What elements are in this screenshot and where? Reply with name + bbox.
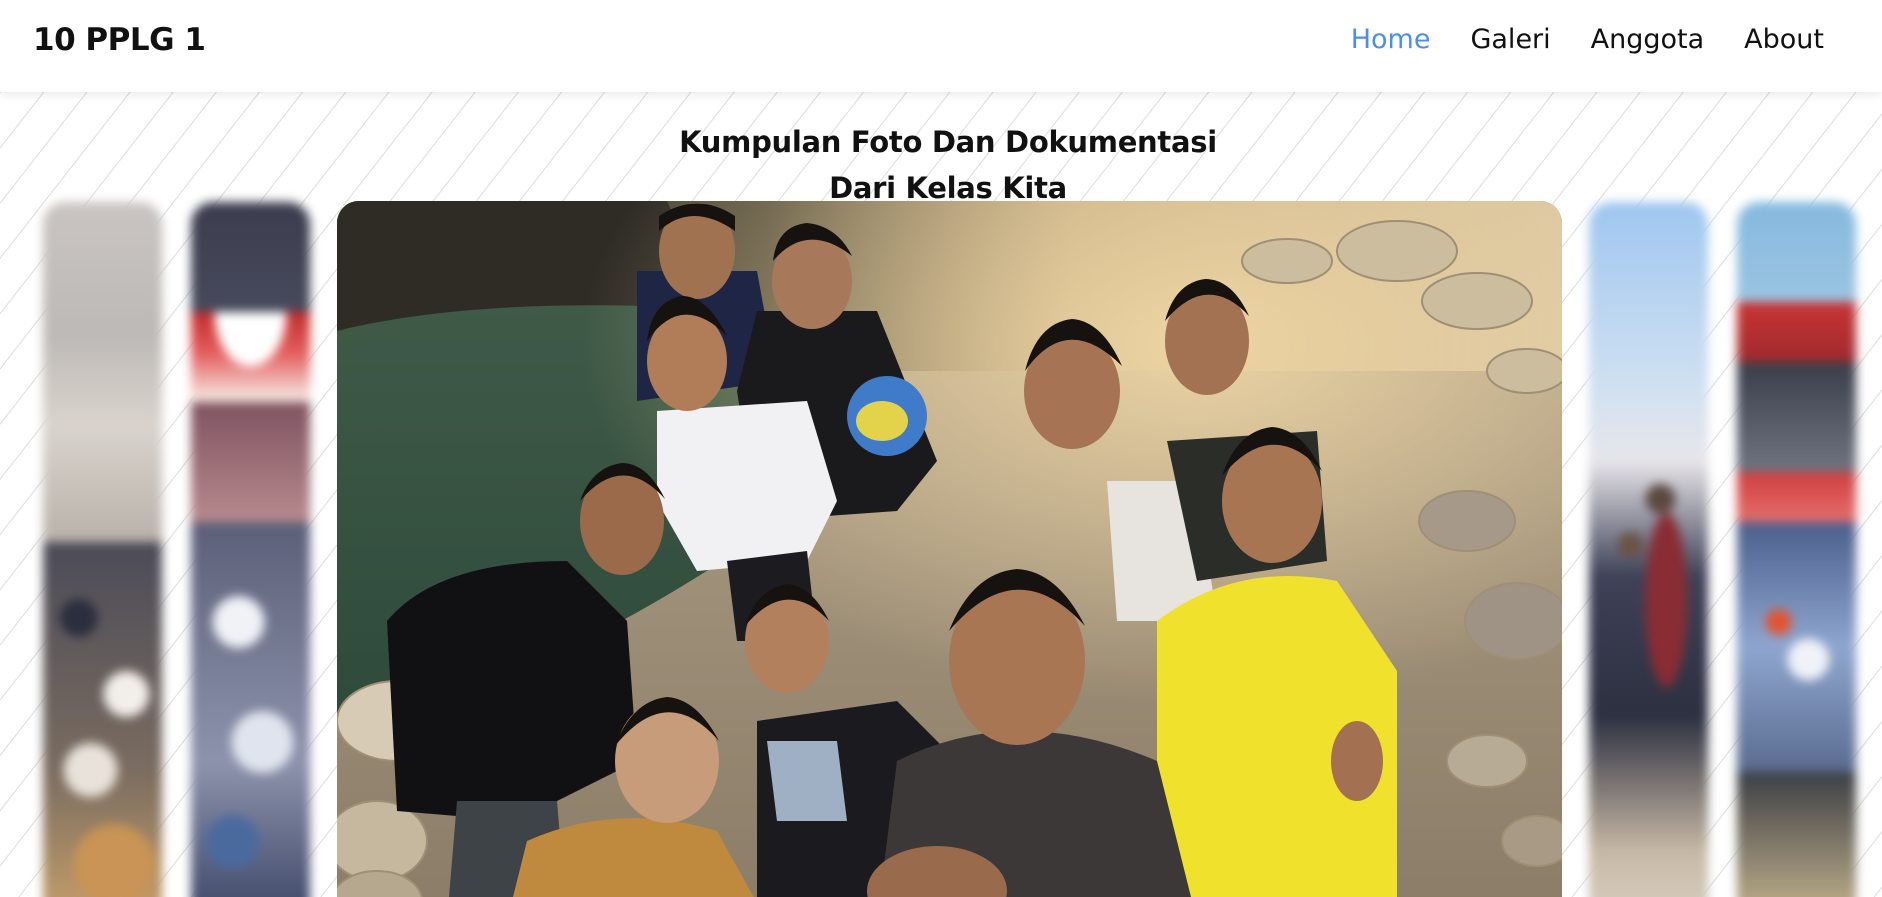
nav-link-about[interactable]: About [1744,22,1824,58]
hero-title: Kumpulan Foto Dan Dokumentasi Dari Kelas… [0,119,1882,211]
nav-link-home[interactable]: Home [1351,22,1431,58]
nav-menu: Home Galeri Anggota About [1351,22,1824,58]
right-strip-photo-2[interactable] [1737,202,1856,897]
hero-section: Kumpulan Foto Dan Dokumentasi Dari Kelas… [0,92,1882,897]
navbar: 10 PPLG 1 Home Galeri Anggota About [0,0,1882,92]
hero-title-line-1: Kumpulan Foto Dan Dokumentasi [679,125,1217,160]
brand-logo[interactable]: 10 PPLG 1 [33,22,206,58]
nav-link-anggota[interactable]: Anggota [1591,22,1705,58]
group-selfie-photo[interactable] [337,201,1562,897]
right-strip-photo-1[interactable] [1589,202,1708,897]
group-selfie-image [337,201,1562,897]
left-strip-photo-1[interactable] [43,202,162,897]
nav-link-galeri[interactable]: Galeri [1470,22,1550,58]
left-strip-photo-2[interactable] [191,202,310,897]
